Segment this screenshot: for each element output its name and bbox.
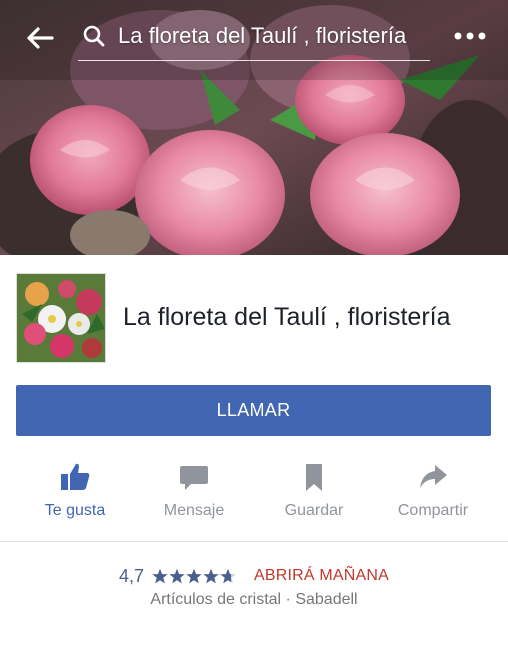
message-button[interactable]: Mensaje [134, 455, 254, 535]
action-bar: Te gusta Mensaje Guardar Compartir [0, 455, 508, 541]
star-rating-icon [152, 568, 236, 584]
opening-status: ABRIRÁ MAÑANA [253, 567, 390, 584]
message-label: Mensaje [163, 502, 225, 519]
divider [0, 541, 508, 542]
page-header: La floreta del Taulí , floristería [0, 255, 508, 375]
search-icon [82, 24, 106, 48]
share-button[interactable]: Compartir [373, 455, 493, 535]
more-options-icon[interactable] [452, 26, 488, 46]
call-button[interactable]: LLAMAR [16, 385, 491, 436]
save-button[interactable]: Guardar [254, 455, 374, 535]
call-button-label: LLAMAR [216, 400, 291, 420]
search-bar[interactable]: La floreta del Taulí , floristería [78, 14, 430, 61]
back-arrow-icon[interactable] [22, 20, 58, 56]
bookmark-icon [298, 461, 330, 493]
like-button[interactable]: Te gusta [15, 455, 135, 535]
page-title: La floreta del Taulí , floristería [123, 303, 451, 331]
share-icon [417, 461, 449, 493]
page-profile-picture[interactable] [16, 273, 106, 363]
save-label: Guardar [284, 502, 344, 519]
like-label: Te gusta [44, 502, 106, 519]
thumbs-up-icon [59, 461, 91, 493]
category-location: Artículos de cristal · Sabadell [150, 591, 358, 608]
share-label: Compartir [397, 502, 469, 519]
rating-value: 4,7 [118, 565, 144, 586]
search-input-text: La floreta del Taulí , floristería [118, 23, 407, 48]
message-icon [178, 461, 210, 493]
rating-row[interactable]: 4,7 ABRIRÁ MAÑANA [0, 563, 508, 589]
top-bar: La floreta del Taulí , floristería [0, 0, 508, 72]
